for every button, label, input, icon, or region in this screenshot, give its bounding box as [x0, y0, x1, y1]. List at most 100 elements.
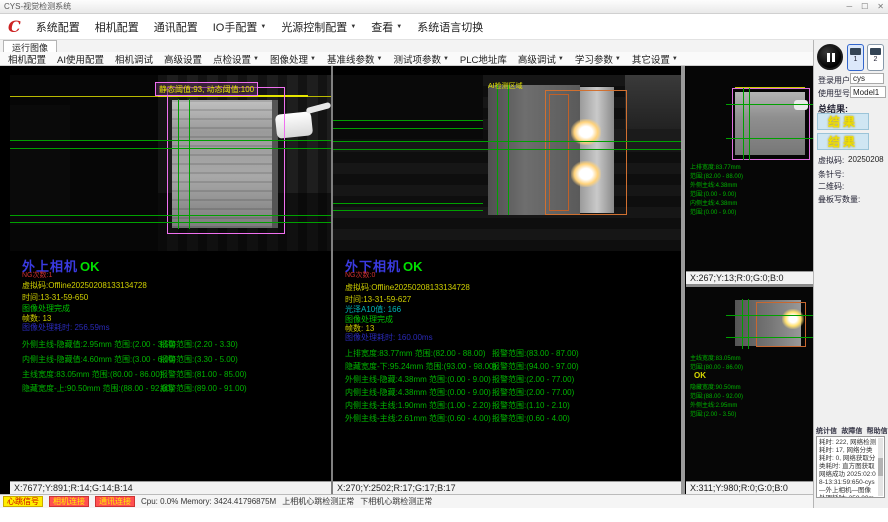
green-hline: [333, 210, 483, 211]
menu-camera-config[interactable]: 相机配置: [95, 19, 139, 35]
stats-scrollbar[interactable]: [878, 438, 883, 496]
dark-slab: [333, 75, 483, 139]
tool-label: 基准线参数: [327, 52, 375, 66]
maximize-button[interactable]: ☐: [861, 2, 868, 11]
camera-image-lower: AI检测区域: [333, 75, 681, 251]
thumb-text-line: 范围:(2.00 - 3.50): [690, 409, 736, 418]
chevron-down-icon: ▼: [260, 24, 266, 30]
thumb-image-bottom: 主线宽度:83.05mm 范围:(80.00 - 86.00) OK 隐藏宽度:…: [686, 287, 813, 481]
qr-code-label: 二维码:: [818, 181, 844, 192]
dark-slab: [10, 105, 70, 225]
green-hline: [726, 337, 813, 338]
menu-label: 系统语言切换: [417, 19, 483, 35]
pause-button[interactable]: [817, 44, 843, 70]
model-label: 使用型号:: [818, 88, 852, 99]
menu-view[interactable]: 查看▼: [371, 19, 402, 35]
pixel-coords-bar: X:7677;Y:891;R:14;G:14;B:14: [10, 481, 331, 494]
measure-line: 主线宽度:83.05mm 范围:(80.00 - 86.00): [22, 369, 163, 380]
chevron-down-icon: ▼: [350, 24, 356, 30]
alarm-range: 报警范围:(89.00 - 91.00): [160, 383, 247, 394]
tool-image-process[interactable]: 图像处理▼: [270, 52, 316, 66]
roi-rect-orange: [756, 302, 806, 347]
menu-label: 查看: [371, 19, 393, 35]
scrollbar-thumb[interactable]: [878, 458, 883, 476]
menu-system-config[interactable]: 系统配置: [36, 19, 80, 35]
menu-label: 系统配置: [36, 19, 80, 35]
menu-language-switch[interactable]: 系统语言切换: [417, 19, 483, 35]
result-ok: OK: [80, 259, 100, 274]
tool-label: 点检设置: [213, 52, 251, 66]
alarm-range: 报警范围:(3.30 - 5.00): [160, 354, 238, 365]
measure-line: 内侧主线-隐藏值:4.60mm 范围:(3.00 - 6.00): [22, 354, 176, 365]
result-ok: OK: [403, 259, 423, 274]
virtual-code: 虚拟码:Offline20250208133134728: [22, 280, 147, 291]
yellow-reference-line: [735, 87, 805, 88]
login-user-value[interactable]: cys: [850, 73, 884, 84]
stats-text: 耗时: 222, 网络检测耗时: 17, 网络分类耗时: 0, 网络获取分类耗时…: [819, 439, 877, 498]
tool-advanced-debug[interactable]: 高级调试▼: [518, 52, 564, 66]
thumb-image-top: 上排宽度:83.77mm 范围:(82.00 - 88.00) 外侧主线:4.3…: [686, 66, 813, 271]
camera-link-badge: 相机连接: [49, 496, 89, 507]
menu-io-config[interactable]: IO手配置▼: [213, 19, 267, 35]
elapsed-time: 图像处理耗时: 256.59ms: [22, 322, 110, 333]
gray-slab: [625, 75, 681, 129]
roi-rect-magenta: [167, 87, 285, 234]
chevron-down-icon: ▼: [558, 56, 564, 62]
alarm-range: 报警范围:(81.00 - 85.00): [160, 369, 247, 380]
close-button[interactable]: ✕: [877, 2, 884, 11]
menu-comm-config[interactable]: 通讯配置: [154, 19, 198, 35]
tool-ai-config[interactable]: AI使用配置: [57, 52, 104, 66]
measure-line: 外侧主线-主线:2.61mm 范围:(0.60 - 4.00): [345, 413, 491, 424]
green-vline: [178, 99, 179, 229]
green-vline: [497, 85, 498, 215]
alarm-range: 报警范围:(2.00 - 77.00): [492, 374, 574, 385]
tool-label: AI使用配置: [57, 52, 104, 66]
bottom-margin: [0, 508, 888, 522]
tool-test-params[interactable]: 测试项参数▼: [393, 52, 448, 66]
tool-camera-config[interactable]: 相机配置: [8, 52, 46, 66]
green-hline: [726, 138, 813, 139]
time-label: 时间:13-31-59-650: [22, 292, 88, 303]
green-hline: [726, 315, 813, 316]
status-bar: 心跳信号 相机连接 通讯连接 Cpu: 0.0% Memory: 3424.41…: [0, 494, 813, 508]
tool-other-settings[interactable]: 其它设置▼: [632, 52, 678, 66]
cpu-memory-readout: Cpu: 0.0% Memory: 3424.41796875M: [141, 497, 276, 506]
pause-icon: [827, 53, 830, 62]
virtual-code: 虚拟码:Offline20250208133134728: [345, 282, 470, 293]
heartbeat-badge: 心跳信号: [3, 496, 43, 507]
green-hline: [10, 140, 331, 141]
green-hline: [10, 148, 331, 149]
thumb-text-line: 内侧主线:4.38mm: [690, 198, 737, 207]
virtual-code-label: 虚拟码:: [818, 155, 844, 166]
comm-link-badge: 通讯连接: [95, 496, 135, 507]
chevron-down-icon: ▼: [615, 56, 621, 62]
menu-label: 相机配置: [95, 19, 139, 35]
measure-line: 隐藏宽度-上:90.50mm 范围:(88.00 - 92.00): [22, 383, 173, 394]
tool-spot-check[interactable]: 点检设置▼: [213, 52, 259, 66]
camera-1-number: 1: [848, 56, 863, 64]
green-hline: [333, 149, 681, 150]
sidebar: 1 2 登录用户: cys 使用型号: Model1 总结果: 结果 结果 虚拟…: [813, 40, 888, 508]
camera-panel-lower: AI检测区域 外下相机 OK NG次数:0 虚拟码:Offline2025020…: [333, 66, 681, 494]
camera-2-button[interactable]: 2: [867, 44, 884, 71]
chevron-down-icon: ▼: [376, 56, 382, 62]
tool-label: PLC地址库: [460, 52, 507, 66]
camera-icon: [870, 48, 881, 55]
thumb-text-line: 范围:(80.00 - 86.00): [690, 362, 743, 371]
tool-advanced-settings[interactable]: 高级设置: [164, 52, 202, 66]
green-hline: [333, 203, 483, 204]
tool-camera-debug[interactable]: 相机调试: [115, 52, 153, 66]
camera-1-button[interactable]: 1: [847, 44, 864, 71]
tool-learn-params[interactable]: 学习参数▼: [575, 52, 621, 66]
green-vline: [748, 299, 749, 349]
model-value[interactable]: Model1: [850, 86, 886, 98]
thumb-text-line: 隐藏宽度:90.50mm: [690, 382, 741, 391]
tool-baseline-params[interactable]: 基准线参数▼: [327, 52, 382, 66]
tool-label: 高级设置: [164, 52, 202, 66]
menu-light-config[interactable]: 光源控制配置▼: [281, 19, 356, 35]
tool-plc-address[interactable]: PLC地址库: [460, 52, 507, 66]
menubar: C 系统配置 相机配置 通讯配置 IO手配置▼ 光源控制配置▼ 查看▼ 系统语言…: [0, 14, 888, 40]
menu-label: 光源控制配置: [281, 19, 347, 35]
camera-2-number: 2: [868, 56, 883, 64]
minimize-button[interactable]: ─: [846, 2, 852, 11]
